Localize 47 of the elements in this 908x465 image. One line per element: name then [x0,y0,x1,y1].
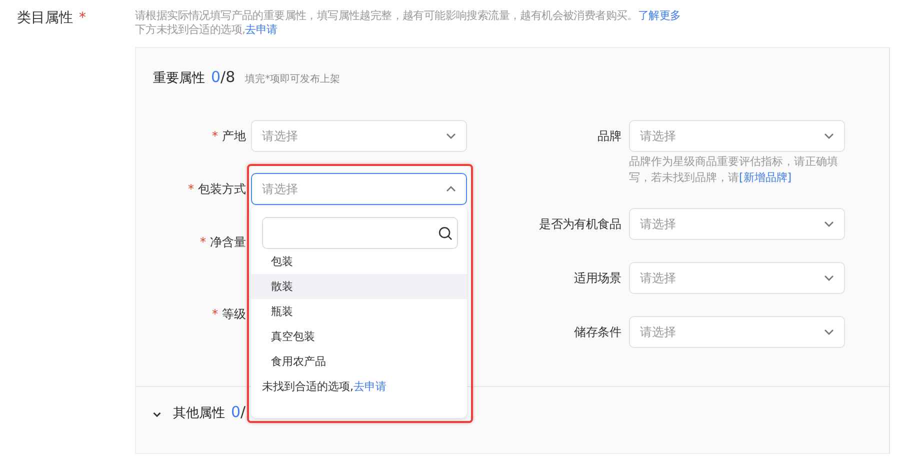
select-field[interactable]: 请选择 [629,262,845,294]
apply-link[interactable]: 去申请 [245,23,278,36]
field-label: 适用场景 [574,271,621,285]
apply-link[interactable]: 去申请 [354,380,386,393]
dropdown-option[interactable]: 包装 [251,249,467,274]
field-label: 产地 [222,129,246,143]
progress-count: 0/ [231,403,246,421]
search-icon [438,226,453,240]
chevron-icon [824,275,834,281]
select-field[interactable]: 请选择 [251,120,467,152]
dropdown-option[interactable]: 瓶装 [251,299,467,324]
required-mark: * [188,182,194,196]
select-field[interactable]: 请选择 [629,120,845,152]
field-label: 净含量 [210,235,246,249]
dropdown-option[interactable]: 食用农产品 [251,349,467,374]
chevron-icon [446,186,456,192]
field-label: 品牌 [598,129,621,143]
field-label: 等级 [222,307,246,321]
select-field[interactable]: 请选择 [251,173,467,205]
expand-chevron-icon[interactable] [153,412,161,417]
field-label: 是否为有机食品 [539,217,621,231]
add-brand-link[interactable]: [新增品牌] [739,171,792,184]
field-label: 储存条件 [574,325,621,339]
select-field[interactable]: 请选择 [629,208,845,240]
select-field[interactable]: 请选择 [629,316,845,348]
chevron-icon [824,329,834,335]
field-label: 包装方式 [198,182,246,196]
group-hint: 填完*项即可发布上架 [245,72,340,86]
dropdown-option[interactable]: 真空包装 [251,324,467,349]
required-mark: * [79,10,86,26]
chevron-icon [446,133,456,139]
group-title: 其他属性 [173,405,225,422]
dropdown-option[interactable]: 散装 [251,274,467,299]
chevron-icon [824,133,834,139]
help-text: 品牌作为星级商品重要评估指标，请正确填写，若未找到品牌，请[新增品牌] [629,154,839,186]
required-mark: * [212,129,218,143]
progress-count: 0/8 [211,68,236,86]
search-field[interactable] [262,217,458,249]
section-title: 类目属性 [17,10,73,26]
chevron-icon [824,221,834,227]
learn-more-link[interactable]: 了解更多 [638,9,681,22]
not-found-note: 未找到合适的选项, [262,380,354,393]
group-title: 重要属性 [153,70,205,87]
required-mark: * [200,235,206,249]
description-text: 请根据实际情况填写产品的重要属性，填写属性越完整，越有可能影响搜索流量，越有机会被消费者购买。 [135,9,638,22]
apply-note: 下方未找到合适的选项, [135,23,246,36]
required-mark: * [212,307,218,321]
